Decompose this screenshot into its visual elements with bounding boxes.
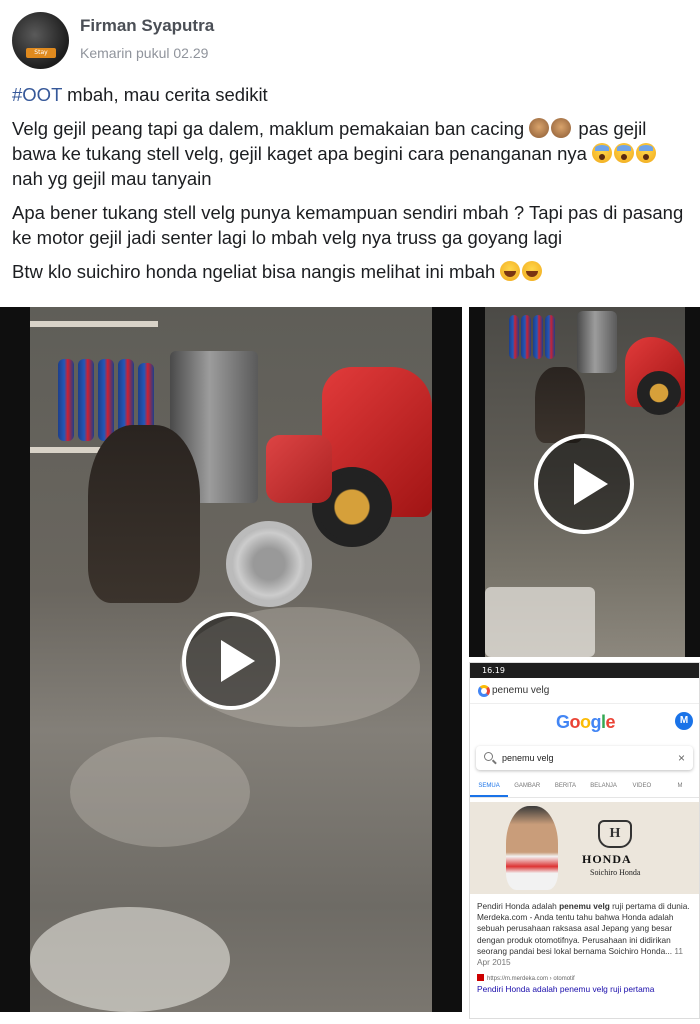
post-paragraph-3: Apa bener tukang stell velg punya kemamp… bbox=[12, 202, 684, 248]
post-body: #OOT mbah, mau cerita sedikit Velg gejil… bbox=[12, 82, 688, 293]
phone-status-bar: 16.19 bbox=[470, 663, 699, 678]
search-icon bbox=[484, 752, 493, 761]
google-logo: Google bbox=[470, 712, 699, 733]
compressor bbox=[266, 435, 332, 503]
google-logo-letter: g bbox=[590, 712, 601, 732]
see-no-evil-monkey-emoji bbox=[551, 118, 572, 138]
main-video[interactable] bbox=[0, 307, 462, 1012]
post-paragraph-4: Btw klo suichiro honda ngeliat bisa nang… bbox=[12, 259, 688, 284]
avatar-badge: Stay bbox=[26, 48, 56, 58]
floor-patch bbox=[70, 737, 250, 847]
shelf bbox=[30, 321, 158, 327]
account-avatar: M bbox=[675, 712, 693, 730]
soichiro-honda-portrait bbox=[506, 806, 558, 890]
tab-more: M bbox=[677, 783, 683, 789]
author-name[interactable]: Firman Syaputra bbox=[80, 16, 214, 36]
side-video[interactable] bbox=[469, 307, 700, 657]
tire bbox=[545, 315, 555, 359]
clear-icon: × bbox=[677, 751, 685, 765]
merdeka-favicon-icon bbox=[477, 974, 484, 982]
search-query: penemu velg bbox=[502, 753, 554, 763]
hashtag-link[interactable]: #OOT bbox=[12, 84, 62, 105]
rolling-laughing-emoji bbox=[522, 261, 543, 281]
post-header: Stay Firman Syaputra Kemarin pukul 02.29 bbox=[12, 12, 682, 70]
google-logo-letter: o bbox=[579, 712, 591, 732]
honda-caption: Soichiro Honda bbox=[590, 868, 641, 877]
tire bbox=[58, 359, 74, 441]
address-bar-text: penemu velg bbox=[492, 685, 550, 696]
velg-rim bbox=[226, 521, 312, 607]
google-logo-letter: G bbox=[555, 712, 570, 732]
screaming-face-emoji bbox=[592, 143, 613, 163]
mechanic bbox=[88, 425, 200, 603]
tire bbox=[521, 315, 531, 359]
floor-patch bbox=[485, 587, 595, 657]
honda-logo-icon: H bbox=[598, 820, 632, 848]
post-paragraph-2: Velg gejil peang tapi ga dalem, maklum p… bbox=[12, 116, 688, 191]
tire bbox=[78, 359, 94, 441]
google-search-screenshot[interactable]: 16.19 penemu velg Google M penemu velg ×… bbox=[469, 662, 700, 1019]
google-g-icon bbox=[478, 685, 490, 697]
address-bar: penemu velg bbox=[470, 678, 699, 704]
search-snippet: Pendiri Honda adalah penemu velg ruji pe… bbox=[470, 894, 699, 968]
media-grid: 16.19 penemu velg Google M penemu velg ×… bbox=[0, 307, 700, 1024]
author-avatar[interactable]: Stay bbox=[12, 12, 69, 69]
tab-video: VIDEO bbox=[632, 783, 652, 789]
post-timestamp[interactable]: Kemarin pukul 02.29 bbox=[80, 45, 208, 61]
motorcycle-wheel bbox=[637, 371, 681, 415]
post-line-1: #OOT mbah, mau cerita sedikit bbox=[12, 82, 688, 107]
barrel bbox=[577, 311, 617, 373]
post-line-1-text: mbah, mau cerita sedikit bbox=[62, 84, 268, 105]
knowledge-panel-image: H HONDA Soichiro Honda bbox=[470, 802, 699, 894]
screaming-face-emoji bbox=[614, 143, 635, 163]
tab-belanja: BELANJA bbox=[590, 783, 617, 789]
tire bbox=[533, 315, 543, 359]
rolling-laughing-emoji bbox=[500, 261, 521, 281]
google-logo-letter: e bbox=[605, 712, 616, 732]
play-button[interactable] bbox=[534, 434, 634, 534]
honda-wordmark: HONDA bbox=[582, 852, 632, 866]
result-title-link: Pendiri Honda adalah penemu velg ruji pe… bbox=[477, 984, 655, 995]
play-icon bbox=[221, 640, 255, 682]
result-source: https://m.merdeka.com › otomotif bbox=[470, 968, 699, 982]
post-paragraph-4-text: Btw klo suichiro honda ngeliat bisa nang… bbox=[12, 261, 501, 282]
play-button[interactable] bbox=[182, 612, 280, 710]
google-header: Google M bbox=[470, 704, 699, 740]
floor-patch bbox=[30, 907, 230, 1012]
mechanic bbox=[535, 367, 585, 443]
post-paragraph-2-text-c: nah yg gejil mau tanyain bbox=[12, 168, 212, 189]
search-tabs: SEMUA GAMBAR BERITA BELANJA VIDEO M bbox=[470, 774, 699, 798]
post-paragraph-2-text-a: Velg gejil peang tapi ga dalem, maklum p… bbox=[12, 118, 530, 139]
tab-gambar: GAMBAR bbox=[514, 783, 541, 789]
result-source-url: https://m.merdeka.com › otomotif bbox=[487, 976, 575, 983]
snippet-text: Pendiri Honda adalah bbox=[477, 901, 560, 911]
tab-semua: SEMUA bbox=[470, 774, 509, 797]
tab-berita: BERITA bbox=[554, 783, 577, 789]
tire bbox=[98, 359, 114, 441]
play-icon bbox=[574, 463, 608, 505]
google-logo-letter: o bbox=[569, 712, 580, 732]
screaming-face-emoji bbox=[636, 143, 657, 163]
snippet-highlight: penemu velg bbox=[559, 901, 610, 911]
see-no-evil-monkey-emoji bbox=[529, 118, 550, 138]
search-box: penemu velg × bbox=[476, 746, 693, 770]
tire bbox=[509, 315, 519, 359]
